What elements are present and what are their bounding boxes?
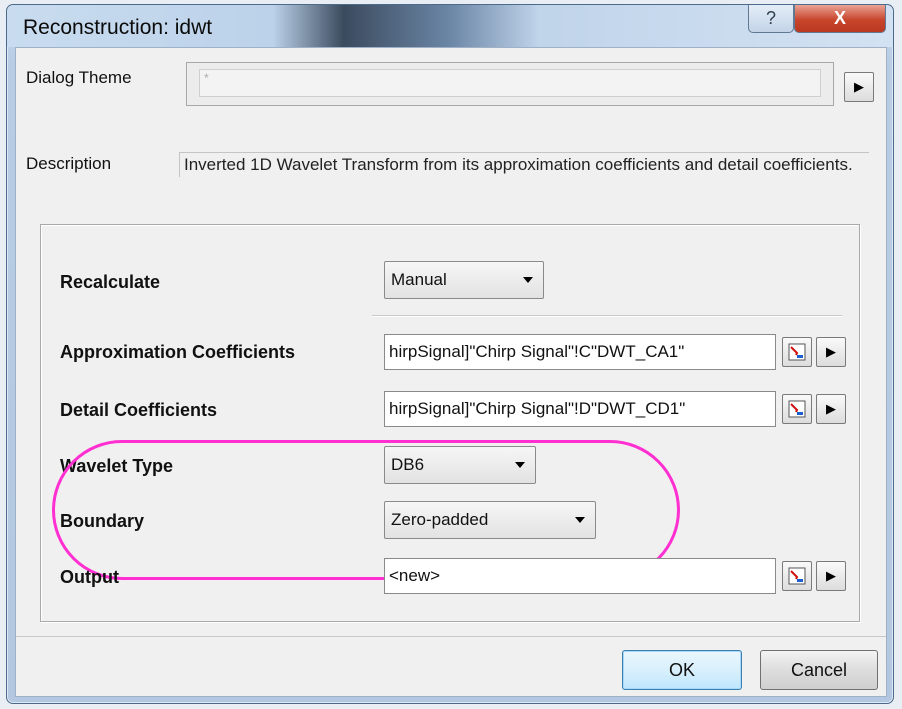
chevron-down-icon: [515, 462, 525, 468]
dialog-theme-menu-button[interactable]: ▶: [844, 72, 874, 102]
triangle-right-icon: ▶: [854, 79, 864, 94]
approximation-coefficients-label: Approximation Coefficients: [60, 342, 296, 362]
description-label: Description: [26, 154, 112, 173]
help-button[interactable]: ?: [748, 5, 794, 33]
output-pick-button[interactable]: [782, 561, 812, 591]
approximation-pick-button[interactable]: [782, 337, 812, 367]
approximation-coefficients-input[interactable]: hirpSignal]"Chirp Signal"!C"DWT_CA1": [384, 334, 776, 370]
row-separator: [372, 315, 842, 317]
dialog-body: Dialog Theme * ▶ Description Inverted 1D…: [15, 47, 887, 697]
triangle-right-icon: ▶: [826, 344, 836, 359]
detail-coefficients-label: Detail Coefficients: [60, 400, 218, 420]
chevron-down-icon: [523, 277, 533, 283]
range-picker-icon: [788, 567, 806, 585]
dialog-window: Reconstruction: idwt ? X Dialog Theme * …: [6, 4, 894, 704]
boundary-value: Zero-padded: [391, 510, 489, 529]
window-title: Reconstruction: idwt: [23, 16, 213, 39]
ok-button[interactable]: OK: [622, 650, 742, 690]
detail-menu-button[interactable]: ▶: [816, 394, 846, 424]
recalculate-dropdown[interactable]: Manual: [384, 261, 544, 299]
output-input[interactable]: <new>: [384, 558, 776, 594]
footer-divider: [16, 636, 886, 637]
wavelet-type-dropdown[interactable]: DB6: [384, 446, 536, 484]
detail-coefficients-input[interactable]: hirpSignal]"Chirp Signal"!D"DWT_CD1": [384, 391, 776, 427]
dialog-theme-field[interactable]: *: [186, 62, 834, 106]
boundary-label: Boundary: [60, 511, 145, 531]
cancel-button[interactable]: Cancel: [760, 650, 878, 690]
recalculate-value: Manual: [391, 270, 447, 289]
detail-pick-button[interactable]: [782, 394, 812, 424]
wavelet-type-label: Wavelet Type: [60, 456, 174, 476]
close-button[interactable]: X: [794, 5, 886, 33]
recalculate-label: Recalculate: [60, 272, 161, 292]
approximation-menu-button[interactable]: ▶: [816, 337, 846, 367]
output-label: Output: [60, 567, 119, 587]
dialog-theme-label: Dialog Theme: [26, 68, 132, 87]
triangle-right-icon: ▶: [826, 568, 836, 583]
triangle-right-icon: ▶: [826, 401, 836, 416]
range-picker-icon: [788, 400, 806, 418]
boundary-dropdown[interactable]: Zero-padded: [384, 501, 596, 539]
range-picker-icon: [788, 343, 806, 361]
description-text: Inverted 1D Wavelet Transform from its a…: [179, 153, 874, 177]
title-bar[interactable]: Reconstruction: idwt ? X: [7, 5, 893, 47]
dialog-theme-value: *: [199, 69, 821, 97]
chevron-down-icon: [575, 517, 585, 523]
wavelet-type-value: DB6: [391, 455, 425, 474]
output-menu-button[interactable]: ▶: [816, 561, 846, 591]
